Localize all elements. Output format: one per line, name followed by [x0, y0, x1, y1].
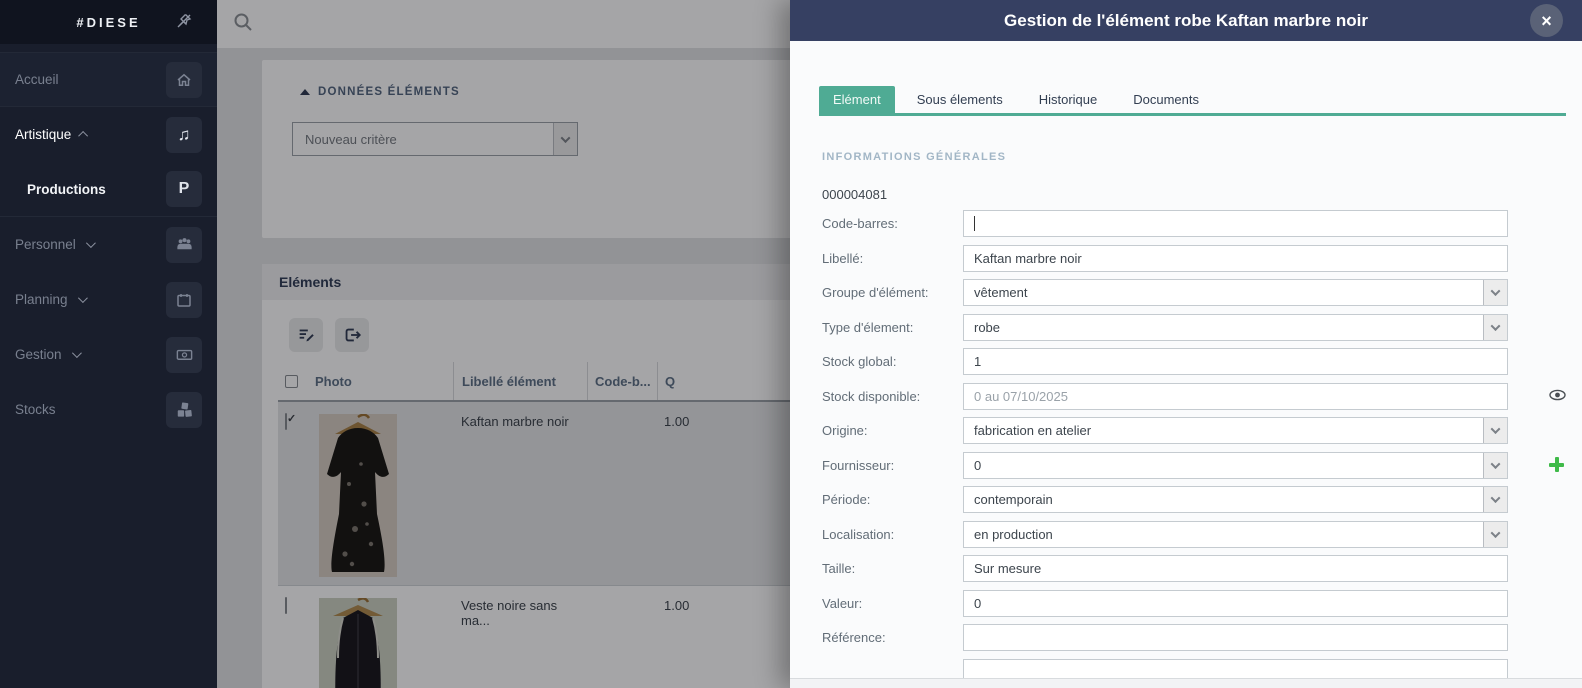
chevron-down-icon — [86, 238, 96, 248]
field-label: Type d'élement: — [822, 314, 963, 335]
valeur-input[interactable]: 0 — [963, 590, 1508, 617]
field-label: Période: — [822, 486, 963, 507]
modal-footer — [790, 678, 1582, 688]
logo-bar: #DIESE — [0, 0, 217, 44]
code-barres-input[interactable] — [963, 210, 1508, 237]
chevron-down-icon[interactable] — [1483, 280, 1507, 305]
fournisseur-select[interactable]: 0 — [963, 452, 1508, 479]
app-logo: #DIESE — [76, 15, 140, 30]
sidebar-item-artistique[interactable]: Artistique ♫ — [0, 107, 217, 162]
field-label: Origine: — [822, 417, 963, 438]
chevron-down-icon[interactable] — [1483, 522, 1507, 547]
eye-icon[interactable] — [1549, 388, 1566, 407]
element-modal: Gestion de l'élément robe Kaftan marbre … — [790, 0, 1582, 688]
record-id: 000004081 — [822, 187, 1582, 202]
add-fournisseur-button[interactable] — [1549, 457, 1564, 472]
sidebar-item-personnel[interactable]: Personnel — [0, 217, 217, 272]
field-label: Taille: — [822, 555, 963, 576]
type-element-select[interactable]: robe — [963, 314, 1508, 341]
sidebar-item-stocks[interactable]: Stocks — [0, 382, 217, 437]
reference-input[interactable] — [963, 624, 1508, 651]
tab-sous-elements[interactable]: Sous élements — [903, 86, 1017, 113]
modal-tabs: Elément Sous élements Historique Documen… — [819, 86, 1566, 116]
modal-dim-overlay — [217, 0, 790, 688]
taille-input[interactable]: Sur mesure — [963, 555, 1508, 582]
unpin-sidebar-icon[interactable] — [175, 12, 193, 30]
sidebar-item-label: Accueil — [15, 72, 59, 87]
field-label: Stock global: — [822, 348, 963, 369]
cubes-icon — [166, 392, 202, 428]
field-label — [822, 659, 963, 665]
tab-documents[interactable]: Documents — [1119, 86, 1213, 113]
field-label: Localisation: — [822, 521, 963, 542]
chevron-down-icon[interactable] — [1483, 315, 1507, 340]
text-caret — [974, 216, 975, 231]
home-icon — [166, 62, 202, 98]
periode-select[interactable]: contemporain — [963, 486, 1508, 513]
chevron-down-icon[interactable] — [1483, 487, 1507, 512]
main-content: DONNÉES ÉLÉMENTS Nouveau critère Elément… — [217, 0, 790, 688]
sidebar-item-label: Personnel — [15, 237, 76, 252]
tab-historique[interactable]: Historique — [1025, 86, 1112, 113]
libelle-input[interactable]: Kaftan marbre noir — [963, 245, 1508, 272]
field-label: Fournisseur: — [822, 452, 963, 473]
field-label: Stock disponible: — [822, 383, 963, 404]
groupe-element-select[interactable]: vêtement — [963, 279, 1508, 306]
sidebar-nav: Accueil Artistique ♫ Productions P Perso… — [0, 52, 217, 437]
field-label: Référence: — [822, 624, 963, 645]
calendar-icon — [166, 282, 202, 318]
section-title: INFORMATIONS GÉNÉRALES — [822, 151, 1582, 163]
chevron-down-icon — [71, 348, 81, 358]
plus-icon — [1549, 457, 1564, 472]
sidebar-item-gestion[interactable]: Gestion — [0, 327, 217, 382]
close-button[interactable]: × — [1530, 4, 1563, 37]
origine-select[interactable]: fabrication en atelier — [963, 417, 1508, 444]
sidebar-item-label: Productions — [15, 182, 106, 197]
field-label: Valeur: — [822, 590, 963, 611]
productions-p-icon: P — [166, 171, 202, 207]
sidebar-item-label: Artistique — [15, 127, 71, 142]
stock-disponible-input[interactable]: 0 au 07/10/2025 — [963, 383, 1508, 410]
modal-title: Gestion de l'élément robe Kaftan marbre … — [1004, 11, 1368, 31]
sidebar-item-label: Stocks — [15, 402, 56, 417]
sidebar-item-label: Gestion — [15, 347, 62, 362]
chevron-down-icon[interactable] — [1483, 453, 1507, 478]
close-icon: × — [1541, 12, 1552, 30]
sidebar-item-productions[interactable]: Productions P — [0, 162, 217, 217]
music-note-icon: ♫ — [166, 117, 202, 153]
stock-global-input[interactable]: 1 — [963, 348, 1508, 375]
field-label: Code-barres: — [822, 210, 963, 231]
field-label: Groupe d'élément: — [822, 279, 963, 300]
sidebar-item-label: Planning — [15, 292, 68, 307]
modal-header: Gestion de l'élément robe Kaftan marbre … — [790, 0, 1582, 41]
field-label: Libellé: — [822, 245, 963, 266]
sidebar: #DIESE Accueil Artistique ♫ Productions … — [0, 0, 217, 688]
tab-element[interactable]: Elément — [819, 86, 895, 113]
element-form: Code-barres: Libellé: Kaftan marbre noir… — [822, 210, 1582, 681]
sidebar-item-accueil[interactable]: Accueil — [0, 52, 217, 107]
localisation-select[interactable]: en production — [963, 521, 1508, 548]
chevron-down-icon — [78, 293, 88, 303]
money-icon — [166, 337, 202, 373]
chevron-down-icon[interactable] — [1483, 418, 1507, 443]
people-icon — [166, 227, 202, 263]
modal-body: INFORMATIONS GÉNÉRALES 000004081 Code-ba… — [790, 151, 1582, 681]
sidebar-item-planning[interactable]: Planning — [0, 272, 217, 327]
chevron-up-icon — [78, 131, 88, 141]
